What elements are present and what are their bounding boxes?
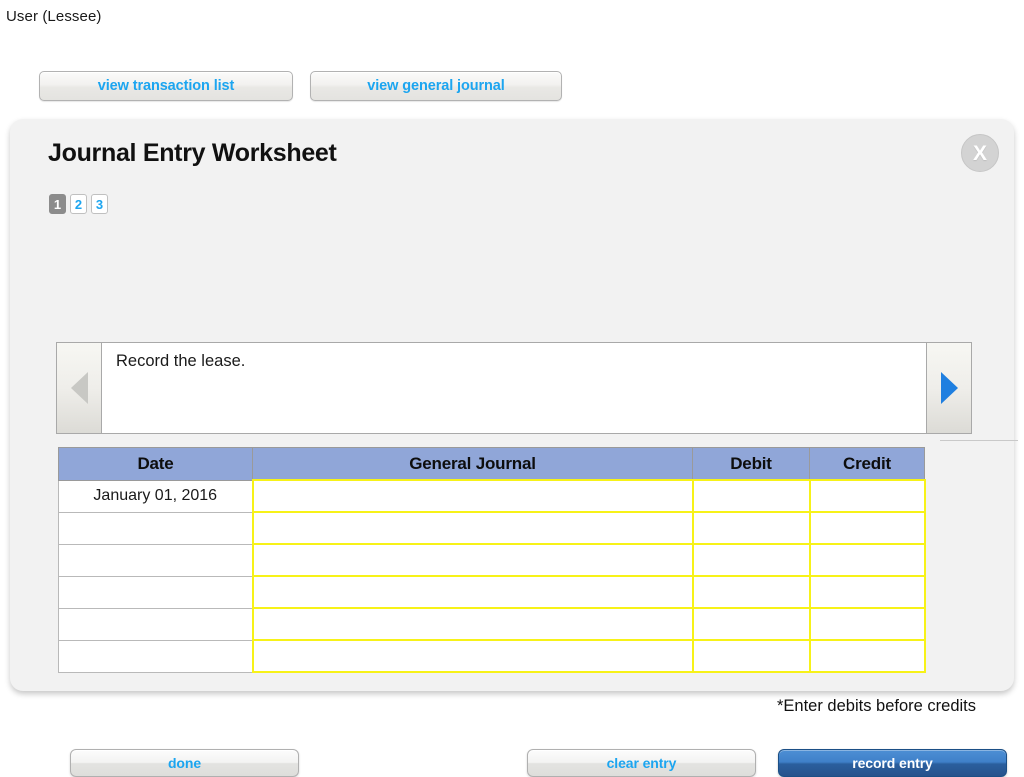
instruction-text: Record the lease. [116,352,246,370]
general-journal-cell[interactable] [251,575,694,609]
date-cell[interactable] [58,543,253,577]
table-row [58,543,926,577]
step-tab-2[interactable]: 2 [70,194,87,214]
view-general-journal-button[interactable]: view general journal [310,71,562,101]
credit-cell[interactable] [808,511,926,545]
record-entry-button[interactable]: record entry [778,749,1007,777]
debit-cell[interactable] [691,575,811,609]
general-journal-cell[interactable] [251,607,694,641]
clear-entry-button[interactable]: clear entry [527,749,756,777]
debit-cell[interactable] [691,479,811,513]
table-row: January 01, 2016 [58,479,926,513]
journal-entry-table: Date General Journal Debit Credit Januar… [58,447,926,673]
date-cell[interactable] [58,575,253,609]
next-step-arrow-icon[interactable] [926,343,971,433]
table-header-row: Date General Journal Debit Credit [58,447,925,481]
credit-cell[interactable] [808,543,926,577]
chevron-right-icon [940,372,958,404]
table-row [58,607,926,641]
date-cell[interactable]: January 01, 2016 [58,479,253,513]
date-cell[interactable] [58,511,253,545]
worksheet-title: Journal Entry Worksheet [48,139,337,167]
step-tab-3[interactable]: 3 [91,194,108,214]
general-journal-cell[interactable] [251,511,694,545]
general-journal-cell[interactable] [251,479,694,513]
debit-cell[interactable] [691,543,811,577]
instruction-navigator: Record the lease. [56,342,972,434]
close-icon[interactable]: X [961,134,999,172]
close-icon-glyph: X [972,141,987,165]
general-journal-cell[interactable] [251,543,694,577]
debits-before-credits-note: *Enter debits before credits [776,697,976,715]
table-row [58,511,926,545]
credit-cell[interactable] [808,639,926,673]
journal-entry-worksheet-panel: Journal Entry Worksheet X 1 2 3 Record t… [10,119,1018,777]
chevron-left-icon [70,372,88,404]
previous-step-arrow-icon[interactable] [57,343,102,433]
credit-cell[interactable] [808,607,926,641]
date-cell[interactable] [58,639,253,673]
general-journal-cell[interactable] [251,639,694,673]
debit-cell[interactable] [691,639,811,673]
credit-cell[interactable] [808,479,926,513]
table-row [58,575,926,609]
debit-cell[interactable] [691,511,811,545]
top-button-row: view transaction list view general journ… [39,71,562,101]
credit-cell[interactable] [808,575,926,609]
column-header-debit: Debit [692,447,810,481]
column-header-credit: Credit [809,447,925,481]
table-row [58,639,926,673]
step-tab-1[interactable]: 1 [49,194,66,214]
column-header-general-journal: General Journal [252,447,693,481]
navigator-divider [940,440,1018,441]
column-header-date: Date [58,447,253,481]
done-button[interactable]: done [70,749,299,777]
step-tabs: 1 2 3 [49,194,108,214]
debit-cell[interactable] [691,607,811,641]
date-cell[interactable] [58,607,253,641]
page-title: User (Lessee) [6,8,102,25]
view-transaction-list-button[interactable]: view transaction list [39,71,293,101]
